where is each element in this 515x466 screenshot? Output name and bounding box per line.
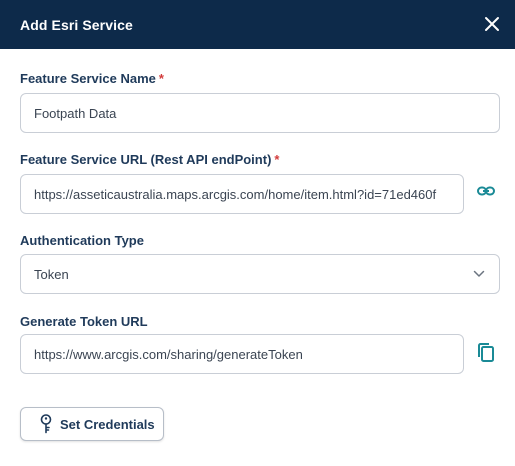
add-esri-service-dialog: Add Esri Service Feature Service Name * F…	[0, 0, 515, 466]
feature-service-name-value: Footpath Data	[34, 105, 117, 121]
generate-token-url-input[interactable]: https://www.arcgis.com/sharing/generateT…	[20, 334, 464, 374]
close-button[interactable]	[481, 13, 503, 35]
feature-service-url-input[interactable]: https://asseticaustralia.maps.arcgis.com…	[20, 174, 464, 214]
generate-token-url-label: Generate Token URL	[20, 314, 148, 329]
authentication-type-value: Token	[34, 266, 69, 282]
copy-icon	[478, 343, 494, 362]
set-credentials-label: Set Credentials	[60, 416, 155, 432]
open-link-button[interactable]	[474, 179, 498, 203]
authentication-type-select[interactable]: Token	[20, 254, 500, 294]
dialog-title: Add Esri Service	[20, 16, 133, 33]
authentication-type-label: Authentication Type	[20, 233, 144, 248]
close-icon	[485, 17, 499, 31]
key-icon	[40, 414, 52, 434]
generate-token-url-value: https://www.arcgis.com/sharing/generateT…	[34, 346, 303, 362]
feature-service-name-label: Feature Service Name *	[20, 71, 164, 86]
copy-button[interactable]	[474, 341, 498, 365]
feature-service-name-input[interactable]: Footpath Data	[20, 93, 500, 133]
dialog-header: Add Esri Service	[0, 0, 515, 49]
required-mark: *	[274, 152, 280, 167]
set-credentials-button[interactable]: Set Credentials	[20, 407, 164, 441]
feature-service-name-label-text: Feature Service Name	[20, 71, 156, 86]
feature-service-url-value: https://asseticaustralia.maps.arcgis.com…	[34, 186, 437, 202]
required-mark: *	[158, 71, 164, 86]
link-icon	[477, 186, 495, 196]
chevron-down-icon	[473, 270, 485, 277]
feature-service-url-label-text: Feature Service URL (Rest API endPoint)	[20, 152, 272, 167]
feature-service-url-label: Feature Service URL (Rest API endPoint) *	[20, 152, 279, 167]
